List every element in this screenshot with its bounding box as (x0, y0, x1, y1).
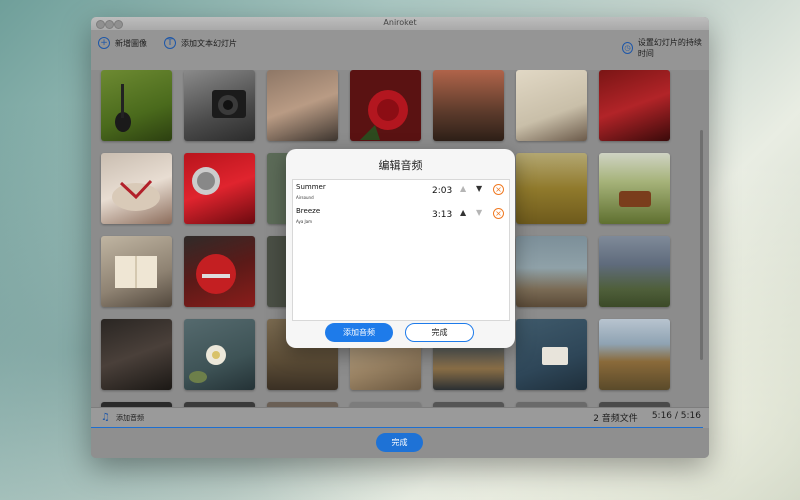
audio-bar: ♫ 添加音频 2 音频文件 5:16 / 5:16 (91, 407, 709, 429)
footer: 完成 (91, 428, 709, 458)
music-note-icon: ♫ (101, 412, 110, 423)
slide-thumbnail[interactable] (433, 70, 504, 141)
camera-image (212, 90, 246, 118)
add-image-label: 新增圖像 (115, 38, 147, 48)
grid-scrollbar[interactable] (700, 130, 703, 360)
slide-thumbnail[interactable] (516, 236, 587, 307)
rose-image (360, 90, 408, 140)
add-text-slide-button[interactable]: T 添加文本幻灯片 (164, 37, 237, 49)
dialog-title: 编辑音频 (378, 159, 423, 172)
add-audio-link[interactable]: ♫ 添加音频 (101, 412, 144, 423)
slide-thumbnail[interactable] (101, 153, 172, 224)
set-duration-button[interactable]: ◷ 设置幻灯片的持续时间 (622, 37, 709, 59)
chevron-down-icon[interactable]: ▼ (476, 209, 482, 217)
dialog-done-button[interactable]: 完成 (405, 323, 474, 342)
edit-audio-dialog: 编辑音频 Summer Airsound 2:03 ▲ ▼ × Breeze A… (286, 149, 515, 348)
slide-thumbnail[interactable] (516, 319, 587, 390)
bag-image (619, 191, 651, 207)
track-name: Summer (296, 183, 326, 191)
audio-bar-label: 添加音频 (115, 413, 144, 422)
done-button[interactable]: 完成 (376, 433, 423, 452)
close-circle-icon[interactable]: × (493, 184, 504, 195)
slide-thumbnail[interactable] (184, 319, 255, 390)
lotus-image (189, 345, 226, 383)
slide-thumbnail[interactable] (101, 236, 172, 307)
add-image-button[interactable]: + 新增圖像 (98, 37, 147, 49)
guitar-image (115, 84, 131, 132)
add-text-slide-label: 添加文本幻灯片 (181, 38, 237, 48)
toolbar: + 新增圖像 T 添加文本幻灯片 ◷ 设置幻灯片的持续时间 (91, 30, 709, 70)
slide-thumbnail[interactable] (599, 153, 670, 224)
chevron-up-icon[interactable]: ▲ (460, 209, 466, 217)
slide-thumbnail[interactable] (184, 70, 255, 141)
audio-track-row[interactable]: Summer Airsound 2:03 ▲ ▼ × (293, 180, 509, 204)
slide-thumbnail[interactable] (184, 153, 255, 224)
track-duration: 3:13 (432, 210, 453, 220)
window-title: Aniroket (383, 18, 417, 27)
title-bar: Aniroket (91, 17, 709, 30)
slide-thumbnail[interactable] (101, 319, 172, 390)
track-artist: Aya Jam (296, 219, 313, 224)
slide-thumbnail[interactable] (516, 70, 587, 141)
track-duration: 2:03 (432, 186, 453, 196)
audio-track-list: Summer Airsound 2:03 ▲ ▼ × Breeze Aya Ja… (292, 179, 510, 321)
slide-thumbnail[interactable] (184, 236, 255, 307)
track-artist: Airsound (296, 195, 314, 200)
gift-image (112, 179, 160, 211)
slide-thumbnail[interactable] (350, 70, 421, 141)
slide-thumbnail[interactable] (599, 70, 670, 141)
football-helmet-image (196, 254, 236, 294)
audio-track-row[interactable]: Breeze Aya Jam 3:13 ▲ ▼ × (293, 204, 509, 228)
slide-thumbnail[interactable] (599, 319, 670, 390)
add-audio-button[interactable]: 添加音频 (325, 323, 393, 342)
slide-thumbnail[interactable] (516, 153, 587, 224)
slide-thumbnail[interactable] (267, 70, 338, 141)
set-duration-label: 设置幻灯片的持续时间 (637, 38, 702, 58)
close-circle-icon[interactable]: × (493, 208, 504, 219)
chevron-up-icon[interactable]: ▲ (460, 185, 466, 193)
text-circle-icon: T (164, 37, 176, 49)
slide-thumbnail[interactable] (101, 70, 172, 141)
audio-file-count: 2 音频文件 (593, 414, 638, 424)
scooter-image (192, 167, 220, 195)
slide-thumbnail[interactable] (599, 236, 670, 307)
clock-icon: ◷ (622, 42, 633, 54)
reading-image (542, 347, 568, 365)
plus-circle-icon: + (98, 37, 110, 49)
notebook-image (115, 256, 157, 288)
track-name: Breeze (296, 207, 321, 215)
audio-time: 5:16 / 5:16 (651, 411, 701, 421)
chevron-down-icon[interactable]: ▼ (476, 185, 482, 193)
